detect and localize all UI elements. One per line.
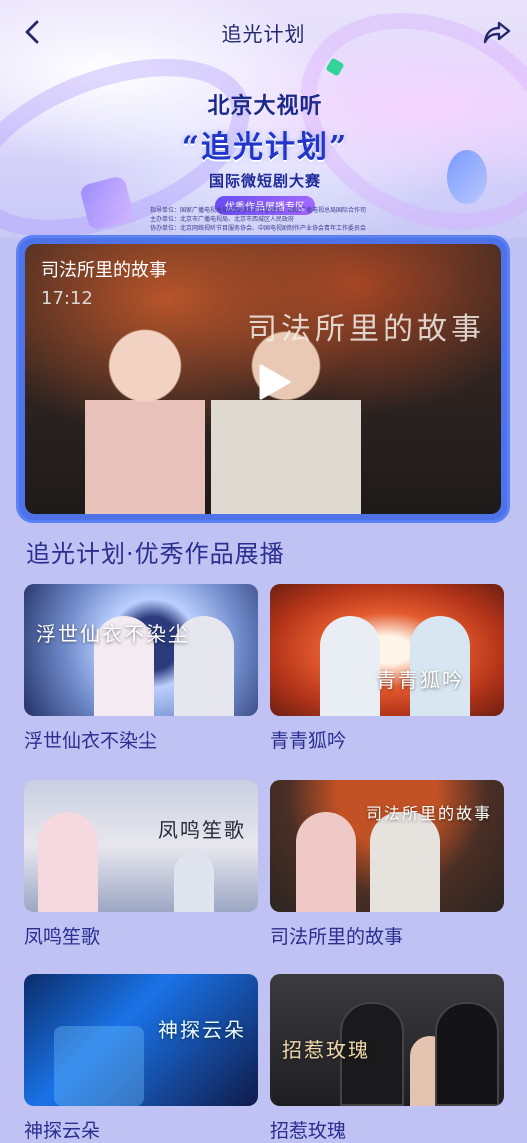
- video-card[interactable]: 青青狐吟 青青狐吟: [270, 584, 504, 753]
- video-calligraphy: 司法所里的故事: [247, 312, 485, 347]
- video-thumbnail[interactable]: 神探云朵: [24, 974, 258, 1106]
- banner-line3: 国际微短剧大赛: [208, 172, 321, 190]
- share-icon: [483, 21, 511, 44]
- thumbnail-figure: [174, 852, 214, 912]
- credit-line: 指导单位：国家广播电视总局网络视听节目管理司、国家广播电视总局国际合作司: [150, 207, 367, 214]
- video-duration: 17:12: [41, 288, 93, 309]
- chevron-left-icon: [25, 20, 39, 44]
- banner-credits: 指导单位：国家广播电视总局网络视听节目管理司、国家广播电视总局国际合作司 主办单…: [150, 206, 390, 233]
- video-card[interactable]: 浮世仙衣不染尘 浮世仙衣不染尘: [24, 584, 258, 753]
- video-card[interactable]: 招惹玫瑰 招惹玫瑰: [270, 974, 504, 1143]
- top-bar: 追光计划: [0, 0, 527, 64]
- video-card[interactable]: 凤鸣笙歌 凤鸣笙歌: [24, 780, 258, 949]
- video-screen[interactable]: 司法所里的故事 司法所里的故事 17:12: [25, 244, 501, 514]
- video-thumbnail[interactable]: 青青狐吟: [270, 584, 504, 716]
- play-icon[interactable]: [253, 362, 293, 402]
- thumbnail-figure: [435, 1002, 499, 1106]
- section-title: 追光计划·优秀作品展播: [26, 540, 285, 568]
- video-thumbnail[interactable]: 招惹玫瑰: [270, 974, 504, 1106]
- thumbnail-figure: [38, 812, 98, 912]
- banner-line1: 北京大视听: [207, 93, 323, 119]
- back-button[interactable]: [14, 14, 50, 50]
- credit-line: 协办单位：北京网络视听节目服务协会、中国电视剧制作产业协会青年工作委员会: [150, 225, 367, 232]
- video-thumbnail[interactable]: 司法所里的故事: [270, 780, 504, 912]
- video-card-title[interactable]: 司法所里的故事: [270, 922, 504, 949]
- thumbnail-figure: [296, 812, 356, 912]
- thumbnail-figure: [54, 1026, 144, 1106]
- video-title: 司法所里的故事: [41, 260, 167, 281]
- credit-line: 主办单位：北京市广播电视局、北京市西城区人民政府: [150, 216, 295, 223]
- page-title: 追光计划: [221, 21, 306, 46]
- video-card-title[interactable]: 青青狐吟: [270, 726, 504, 753]
- thumbnail-title: 司法所里的故事: [365, 804, 492, 823]
- video-thumbnail[interactable]: 凤鸣笙歌: [24, 780, 258, 912]
- thumbnail-title: 招惹玫瑰: [282, 1038, 370, 1062]
- video-card[interactable]: 司法所里的故事 司法所里的故事: [270, 780, 504, 949]
- thumbnail-figure: [370, 812, 440, 912]
- video-card[interactable]: 神探云朵 神探云朵: [24, 974, 258, 1143]
- video-card-title[interactable]: 招惹玫瑰: [270, 1116, 504, 1143]
- thumbnail-title: 浮世仙衣不染尘: [36, 622, 190, 646]
- video-player[interactable]: 司法所里的故事 司法所里的故事 17:12: [19, 238, 507, 520]
- banner-logo: 北京大视听 “追光计划” 国际微短剧大赛 优秀作品展播专区: [150, 70, 380, 215]
- share-button[interactable]: [479, 14, 515, 50]
- video-figure: [85, 324, 205, 514]
- banner-line2: “追光计划”: [181, 130, 349, 165]
- video-card-title[interactable]: 浮世仙衣不染尘: [24, 726, 258, 753]
- video-figure: [211, 324, 361, 514]
- thumbnail-title: 凤鸣笙歌: [158, 818, 246, 842]
- video-card-title[interactable]: 神探云朵: [24, 1116, 258, 1143]
- banner-decoration: [447, 150, 487, 204]
- thumbnail-title: 神探云朵: [158, 1018, 246, 1042]
- video-card-title[interactable]: 凤鸣笙歌: [24, 922, 258, 949]
- video-thumbnail[interactable]: 浮世仙衣不染尘: [24, 584, 258, 716]
- thumbnail-figure: [320, 616, 380, 716]
- thumbnail-title: 青青狐吟: [376, 668, 464, 692]
